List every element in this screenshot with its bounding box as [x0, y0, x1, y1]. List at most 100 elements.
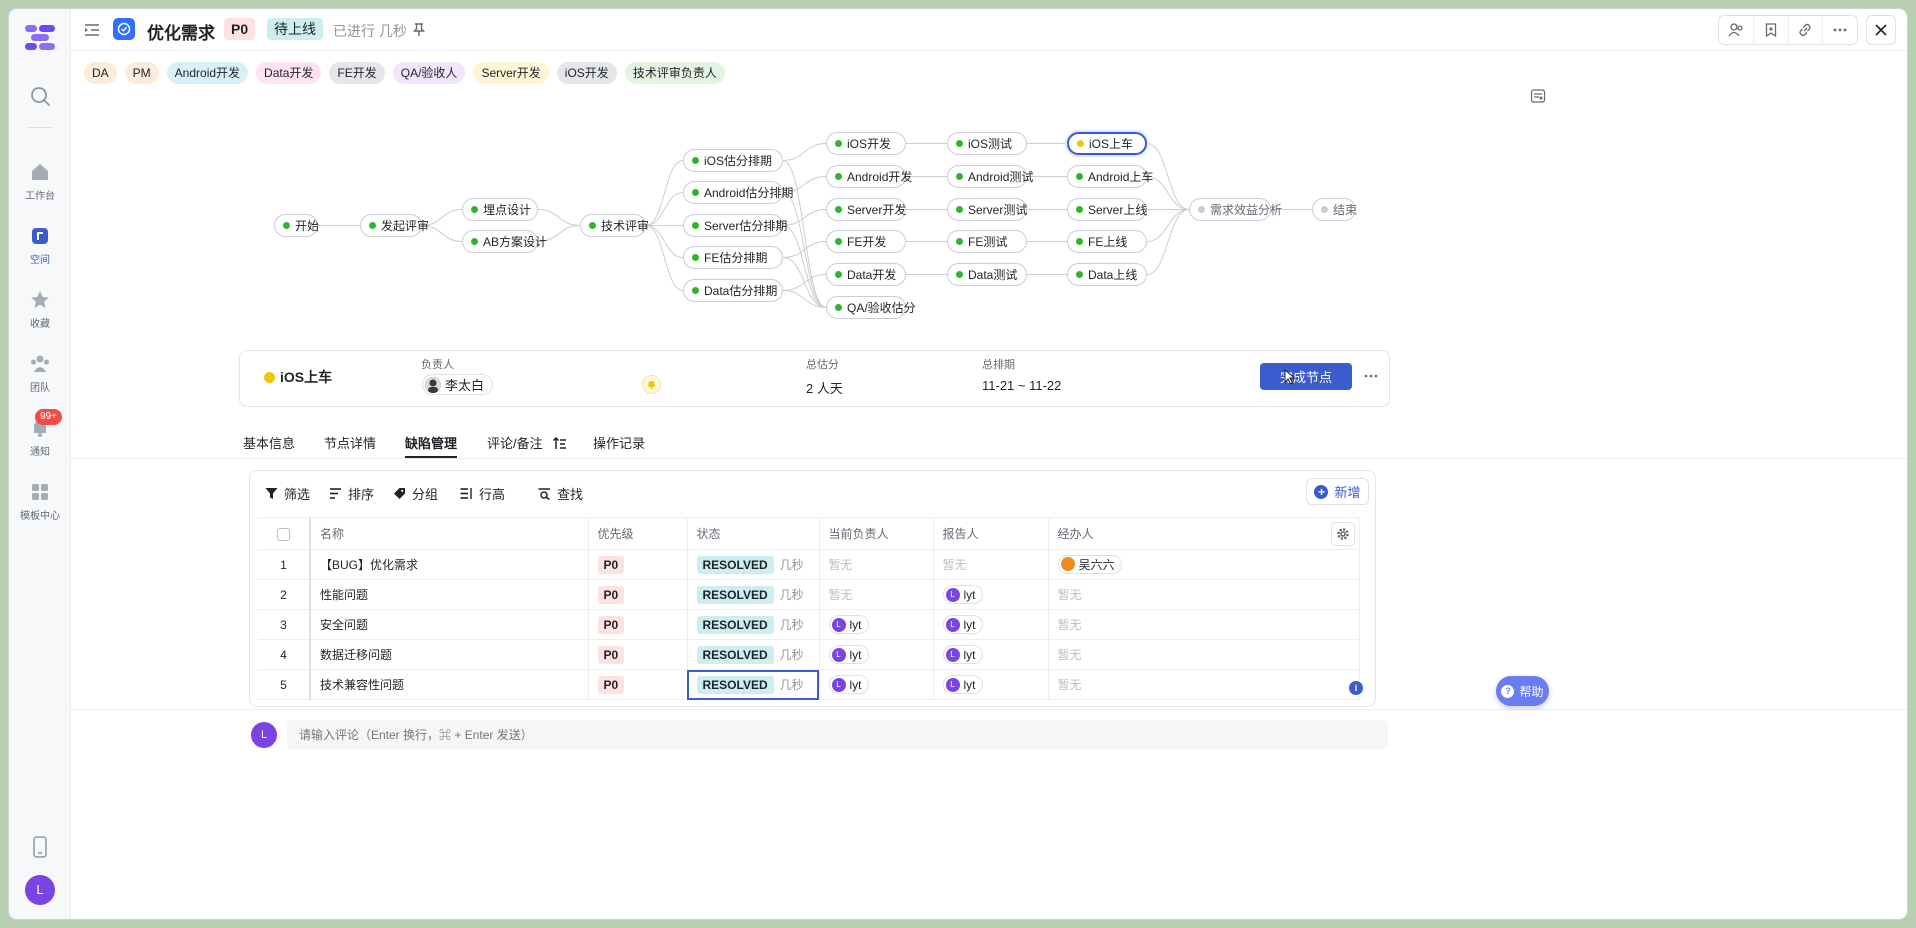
- reporter-cell[interactable]: Llyt: [933, 639, 1049, 670]
- flow-node-test-android[interactable]: Android测试: [947, 165, 1033, 188]
- flow-node-rel-fe[interactable]: FE上线: [1067, 230, 1147, 253]
- status-cell[interactable]: RESOLVED 几秒: [687, 639, 820, 670]
- status-cell[interactable]: RESOLVED 几秒: [687, 549, 820, 580]
- flow-node-test-fe[interactable]: FE测试: [947, 230, 1027, 253]
- assignee-cell[interactable]: Llyt: [819, 609, 934, 640]
- flow-node-test-data[interactable]: Data测试: [947, 263, 1027, 286]
- copy-link-button[interactable]: [1789, 16, 1824, 44]
- nav-item-templates[interactable]: 模板中心: [9, 479, 71, 529]
- priority-cell[interactable]: P0: [588, 639, 688, 670]
- owner-pill[interactable]: 李太白: [422, 374, 494, 395]
- flow-node-dev-fe[interactable]: FE开发: [826, 230, 906, 253]
- comment-input[interactable]: [287, 720, 1388, 750]
- nav-item-team[interactable]: 团队: [9, 351, 71, 401]
- status-tag[interactable]: 待上线: [267, 18, 323, 40]
- column-name[interactable]: 名称: [310, 517, 589, 550]
- user-pill[interactable]: Llyt: [828, 675, 869, 694]
- row-height-button[interactable]: 行高: [460, 483, 505, 503]
- column-priority[interactable]: 优先级: [588, 517, 688, 550]
- flow-node-ab[interactable]: AB方案设计: [462, 230, 547, 253]
- column-status[interactable]: 状态: [687, 517, 820, 550]
- collapse-sidebar-icon[interactable]: [83, 21, 101, 39]
- flow-node-dev-server[interactable]: Server开发: [826, 198, 906, 221]
- flow-node-tracking[interactable]: 埋点设计: [462, 198, 538, 221]
- handler-cell[interactable]: 暂无: [1048, 639, 1360, 670]
- assignee-cell[interactable]: 暂无: [819, 579, 934, 610]
- column-reporter[interactable]: 报告人: [933, 517, 1049, 550]
- table-row[interactable]: 3 安全问题 P0 RESOLVED 几秒 Llyt Llyt 暂无: [258, 609, 1360, 640]
- filter-button[interactable]: 筛选: [265, 483, 310, 503]
- more-button[interactable]: [1823, 16, 1857, 44]
- user-pill[interactable]: Llyt: [942, 675, 983, 694]
- reporter-cell[interactable]: Llyt: [933, 669, 1049, 700]
- tab-operation-log[interactable]: 操作记录: [593, 433, 645, 452]
- flow-node-dev-ios[interactable]: iOS开发: [826, 132, 906, 155]
- defect-name[interactable]: 技术兼容性问题: [310, 669, 589, 700]
- status-cell[interactable]: RESOLVED 几秒: [687, 609, 820, 640]
- flow-node-dev-android[interactable]: Android开发: [826, 165, 912, 188]
- close-button[interactable]: [1866, 15, 1896, 45]
- flow-node-review[interactable]: 发起评审: [360, 214, 429, 237]
- handler-cell[interactable]: 暂无: [1048, 579, 1360, 610]
- defect-name[interactable]: 性能问题: [310, 579, 589, 610]
- fit-view-button[interactable]: [1526, 84, 1550, 108]
- user-avatar[interactable]: L: [25, 875, 55, 905]
- priority-cell[interactable]: P0: [588, 609, 688, 640]
- priority-cell[interactable]: P0: [588, 549, 688, 580]
- flow-node-est-data[interactable]: Data估分排期: [683, 279, 783, 302]
- status-cell[interactable]: RESOLVED 几秒: [687, 669, 820, 700]
- flow-node-test-ios[interactable]: iOS测试: [947, 132, 1027, 155]
- nav-item-space[interactable]: 空间: [9, 223, 71, 273]
- user-pill[interactable]: 吴六六: [1057, 554, 1122, 574]
- priority-cell[interactable]: P0: [588, 579, 688, 610]
- nav-item-notifications[interactable]: 99+ 通知: [9, 409, 71, 465]
- defect-name[interactable]: 数据迁移问题: [310, 639, 589, 670]
- flow-node-est-ios[interactable]: iOS估分排期: [683, 149, 783, 172]
- table-row[interactable]: 1 【BUG】优化需求 P0 RESOLVED 几秒 暂无 暂无 吴六六: [258, 549, 1360, 580]
- pin-icon[interactable]: [411, 21, 427, 37]
- user-pill[interactable]: Llyt: [942, 645, 983, 664]
- group-button[interactable]: 分组: [393, 483, 438, 503]
- table-row[interactable]: 4 数据迁移问题 P0 RESOLVED 几秒 Llyt Llyt 暂无: [258, 639, 1360, 670]
- handler-cell[interactable]: 吴六六: [1048, 549, 1360, 580]
- complete-node-button[interactable]: 完成节点: [1260, 363, 1352, 390]
- flow-node-qa-est[interactable]: QA/验收估分: [826, 296, 916, 319]
- select-all-checkbox[interactable]: [277, 527, 290, 541]
- add-defect-button[interactable]: + 新增: [1306, 478, 1369, 505]
- flow-node-benefit[interactable]: 需求效益分析: [1189, 198, 1282, 221]
- column-handler[interactable]: 经办人: [1048, 517, 1360, 550]
- help-button[interactable]: ? 帮助: [1496, 676, 1549, 706]
- column-assignee[interactable]: 当前负责人: [819, 517, 934, 550]
- flow-node-rel-android[interactable]: Android上车: [1067, 165, 1153, 188]
- priority-tag[interactable]: P0: [224, 18, 256, 40]
- flow-node-dev-data[interactable]: Data开发: [826, 263, 906, 286]
- search-button[interactable]: 查找: [538, 483, 583, 503]
- nav-item-workbench[interactable]: 工作台: [9, 159, 71, 209]
- flow-node-tech-review[interactable]: 技术评审: [580, 214, 649, 237]
- members-button[interactable]: [1719, 16, 1754, 44]
- info-icon[interactable]: i: [1349, 681, 1363, 695]
- nav-item-favorites[interactable]: 收藏: [9, 287, 71, 337]
- user-pill[interactable]: Llyt: [942, 585, 983, 604]
- flow-node-rel-data[interactable]: Data上线: [1067, 263, 1147, 286]
- flow-node-test-server[interactable]: Server测试: [947, 198, 1027, 221]
- flow-node-est-server[interactable]: Server估分排期: [683, 214, 787, 237]
- reporter-cell[interactable]: Llyt: [933, 579, 1049, 610]
- priority-cell[interactable]: P0: [588, 669, 688, 700]
- user-pill[interactable]: Llyt: [828, 615, 869, 634]
- bookmark-button[interactable]: [1754, 16, 1789, 44]
- table-row[interactable]: 5 技术兼容性问题 P0 RESOLVED 几秒 Llyt Llyt 暂无: [258, 669, 1360, 700]
- reporter-cell[interactable]: Llyt: [933, 609, 1049, 640]
- select-all-cell[interactable]: [258, 517, 311, 550]
- status-cell[interactable]: RESOLVED 几秒: [687, 579, 820, 610]
- flow-node-est-android[interactable]: Android估分排期: [683, 181, 793, 204]
- sort-button[interactable]: 排序: [329, 483, 374, 503]
- more-icon[interactable]: [1364, 369, 1378, 383]
- flow-node-start[interactable]: 开始: [274, 214, 319, 237]
- flow-node-end[interactable]: 结束: [1312, 198, 1357, 221]
- user-pill[interactable]: Llyt: [942, 615, 983, 634]
- defect-name[interactable]: 安全问题: [310, 609, 589, 640]
- reporter-cell[interactable]: 暂无: [933, 549, 1049, 580]
- mobile-icon[interactable]: [30, 836, 50, 858]
- handler-cell[interactable]: 暂无: [1048, 609, 1360, 640]
